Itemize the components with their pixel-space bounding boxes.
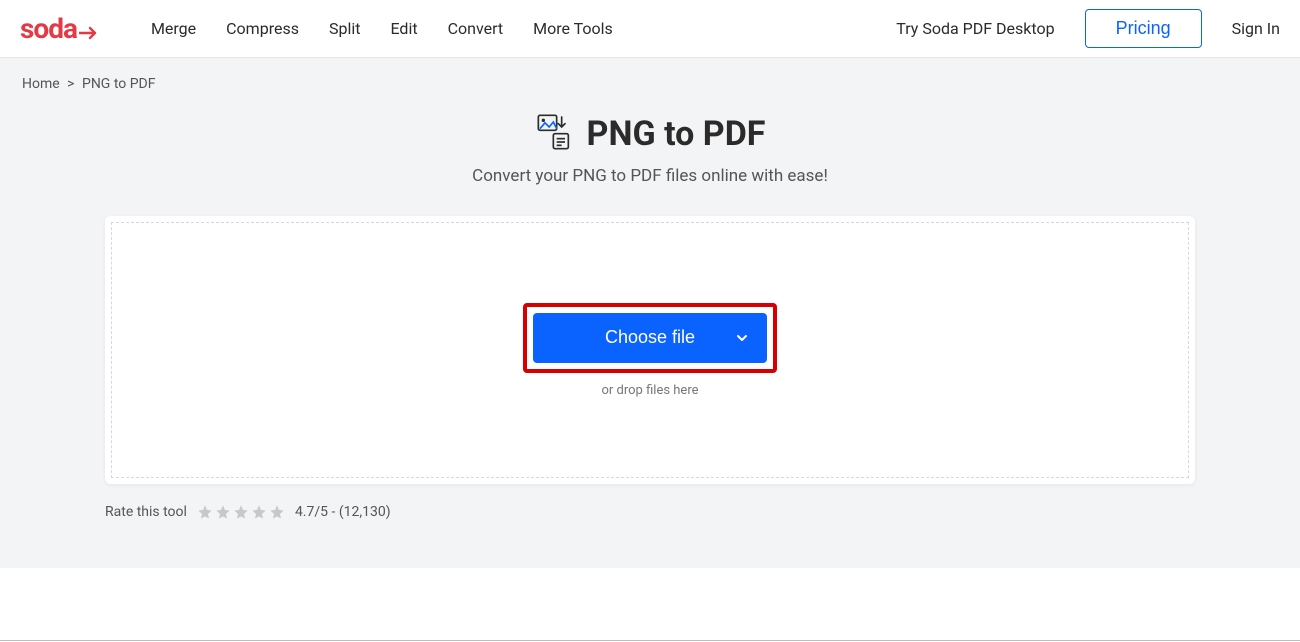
logo-text: soda xyxy=(20,12,77,45)
header-right: Try Soda PDF Desktop Pricing Sign In xyxy=(896,9,1280,48)
drop-zone[interactable]: Choose file or drop files here xyxy=(111,222,1189,478)
nav-merge[interactable]: Merge xyxy=(151,19,196,38)
page-body: Home > PNG to PDF PNG to PDF Convert you… xyxy=(0,58,1300,568)
nav-more-tools[interactable]: More Tools xyxy=(533,19,613,38)
sign-in-link[interactable]: Sign In xyxy=(1232,19,1280,38)
rating-stars[interactable] xyxy=(197,504,285,520)
breadcrumb: Home > PNG to PDF xyxy=(0,58,1300,102)
star-icon[interactable] xyxy=(251,504,267,520)
chevron-down-icon xyxy=(735,331,749,345)
nav-compress[interactable]: Compress xyxy=(226,19,299,38)
choose-file-label: Choose file xyxy=(605,327,695,348)
choose-file-button[interactable]: Choose file xyxy=(533,313,767,363)
rating-score: 4.7/5 - (12,130) xyxy=(295,504,391,520)
breadcrumb-current: PNG to PDF xyxy=(82,76,156,92)
star-icon[interactable] xyxy=(233,504,249,520)
logo[interactable]: soda xyxy=(20,12,101,45)
page-title: PNG to PDF xyxy=(587,114,766,154)
annotation-highlight: Choose file xyxy=(523,303,777,373)
nav-convert[interactable]: Convert xyxy=(448,19,504,38)
main-nav: Merge Compress Split Edit Convert More T… xyxy=(151,19,613,38)
star-icon[interactable] xyxy=(215,504,231,520)
star-icon[interactable] xyxy=(269,504,285,520)
breadcrumb-home[interactable]: Home xyxy=(22,76,60,92)
rating-label: Rate this tool xyxy=(105,504,187,520)
drop-hint: or drop files here xyxy=(601,383,698,398)
rating-row: Rate this tool 4.7/5 - (12,130) xyxy=(105,504,1195,520)
pricing-button[interactable]: Pricing xyxy=(1085,9,1202,48)
header-bar: soda Merge Compress Split Edit Convert M… xyxy=(0,0,1300,58)
star-icon[interactable] xyxy=(197,504,213,520)
try-desktop-link[interactable]: Try Soda PDF Desktop xyxy=(896,19,1054,38)
nav-split[interactable]: Split xyxy=(329,19,361,38)
png-to-pdf-icon xyxy=(535,112,575,156)
logo-arrow-icon xyxy=(79,14,101,47)
page-subtitle: Convert your PNG to PDF files online wit… xyxy=(0,166,1300,186)
title-row: PNG to PDF xyxy=(0,112,1300,156)
nav-edit[interactable]: Edit xyxy=(390,19,417,38)
bottom-divider xyxy=(0,640,1300,641)
breadcrumb-separator: > xyxy=(67,76,74,92)
upload-card: Choose file or drop files here xyxy=(105,216,1195,484)
